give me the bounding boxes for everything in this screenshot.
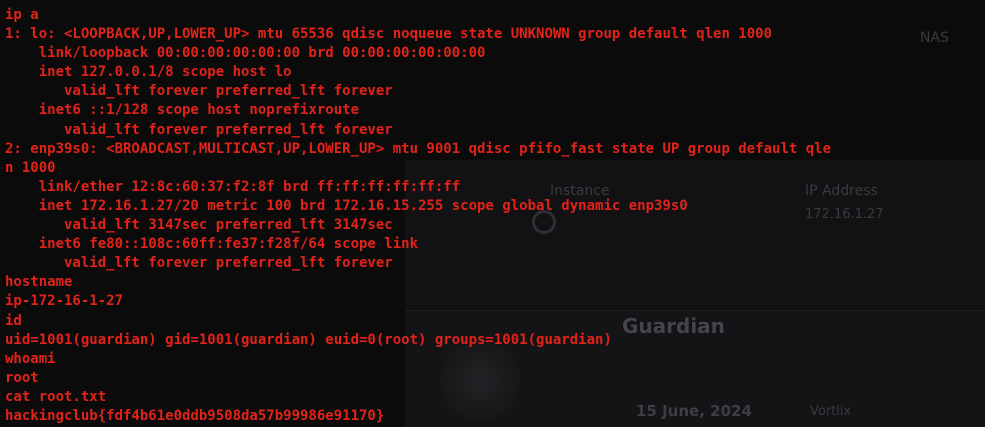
terminal-line: root: [5, 369, 39, 386]
terminal-line: inet6 fe80::108c:60ff:fe37:f28f/64 scope…: [5, 236, 419, 253]
terminal-window[interactable]: NAS Instance IP Address 172.16.1.27 Guar…: [0, 0, 985, 427]
terminal-line: inet6 ::1/128 scope host noprefixroute: [5, 102, 360, 119]
terminal-line: ip-172-16-1-27: [5, 293, 124, 310]
terminal-line: id: [5, 312, 22, 329]
terminal-line: ip a: [5, 7, 39, 23]
terminal-line: 2: enp39s0: <BROADCAST,MULTICAST,UP,LOWE…: [5, 140, 832, 157]
terminal-line: valid_lft 3147sec preferred_lft 3147sec: [5, 217, 393, 234]
terminal-line: whoami: [5, 350, 56, 367]
terminal-flag-line: hackingclub{fdf4b61e0ddb9508da57b99986e9…: [5, 407, 385, 424]
terminal-line: cat root.txt: [5, 388, 107, 405]
terminal-line: hostname: [5, 274, 73, 291]
terminal-output: ip a 1: lo: <LOOPBACK,UP,LOWER_UP> mtu 65…: [5, 6, 985, 426]
terminal-line: valid_lft forever preferred_lft forever: [5, 121, 393, 138]
terminal-line: 1: lo: <LOOPBACK,UP,LOWER_UP> mtu 65536 …: [5, 26, 773, 43]
terminal-line: uid=1001(guardian) gid=1001(guardian) eu…: [5, 331, 612, 348]
terminal-line: inet 172.16.1.27/20 metric 100 brd 172.1…: [5, 197, 688, 214]
terminal-line: n 1000: [5, 159, 56, 176]
terminal-line: valid_lft forever preferred_lft forever: [5, 83, 393, 100]
terminal-line: link/ether 12:8c:60:37:f2:8f brd ff:ff:f…: [5, 178, 461, 195]
terminal-line: link/loopback 00:00:00:00:00:00 brd 00:0…: [5, 45, 486, 62]
terminal-line: inet 127.0.0.1/8 scope host lo: [5, 64, 292, 81]
terminal-line: valid_lft forever preferred_lft forever: [5, 255, 393, 272]
